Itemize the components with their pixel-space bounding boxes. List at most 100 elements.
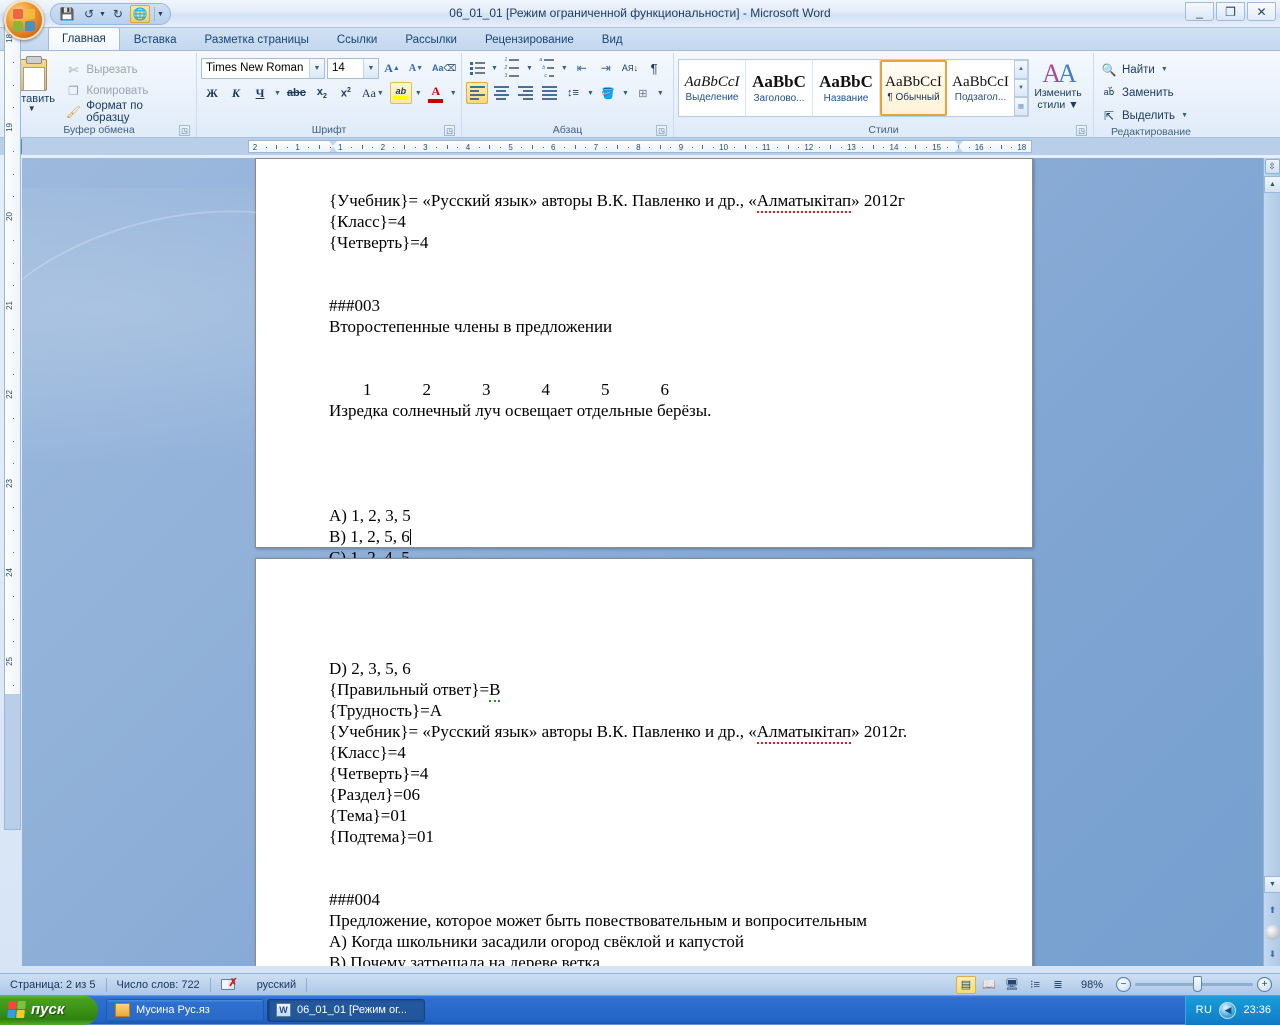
underline-button[interactable]: Ч [249, 82, 271, 104]
bullets-button[interactable] [466, 57, 488, 79]
full-screen-reading-view-button[interactable]: 📖 [979, 976, 999, 994]
zoom-out-button[interactable]: − [1116, 977, 1131, 992]
select-button[interactable]: ⇱ Выделить ▼ [1098, 105, 1192, 126]
multilevel-dropdown-icon[interactable]: ▼ [560, 65, 569, 72]
shading-dropdown-icon[interactable]: ▼ [621, 90, 630, 97]
scroll-up-button[interactable]: ▲ [1264, 176, 1280, 193]
numbering-button[interactable]: 1 2 3 [501, 57, 523, 79]
clipboard-dialog-launcher[interactable]: ◳ [179, 125, 190, 136]
page-1-text[interactable]: {Учебник}= «Русский язык» авторы В.К. Па… [256, 159, 1032, 589]
change-case-button[interactable]: Aa▼ [359, 82, 388, 104]
change-styles-button[interactable]: AA Изменить стили ▼ [1029, 59, 1087, 111]
clear-formatting-button[interactable]: Aa⌫ [429, 57, 459, 79]
outline-view-button[interactable]: ⁝≡ [1025, 976, 1045, 994]
show-formatting-marks-button[interactable]: ¶ [643, 57, 665, 79]
office-button[interactable] [4, 0, 44, 40]
show-hidden-icons-icon[interactable]: ◀ [1219, 1002, 1236, 1019]
document-canvas[interactable]: {Учебник}= «Русский язык» авторы В.К. Па… [22, 158, 1280, 966]
underline-dropdown-icon[interactable]: ▼ [273, 90, 282, 97]
horizontal-ruler[interactable]: 211234567891011121314151618 [248, 140, 1032, 153]
restore-button[interactable]: ❐ [1216, 2, 1245, 21]
style-nazvanie[interactable]: AaBbC Название [813, 60, 880, 116]
grow-font-button[interactable]: A▲ [381, 57, 403, 79]
zoom-in-button[interactable]: + [1257, 977, 1272, 992]
zoom-thumb[interactable] [1193, 976, 1202, 992]
replace-button[interactable]: ab⃗ Заменить [1098, 82, 1192, 103]
sort-button[interactable]: АЯ↓ [619, 57, 641, 79]
subscript-button[interactable]: x2 [311, 82, 333, 104]
taskbar-item-word[interactable]: W 06_01_01 [Режим ог... [267, 999, 425, 1022]
zoom-level[interactable]: 98% [1071, 979, 1113, 991]
document-page-1[interactable]: {Учебник}= «Русский язык» авторы В.К. Па… [255, 158, 1033, 548]
shading-button[interactable]: 🪣 [597, 82, 619, 104]
tab-rassylki[interactable]: Рассылки [391, 28, 471, 50]
borders-button[interactable]: ⊞ [632, 82, 654, 104]
font-size-combo[interactable]: 14 ▼ [327, 58, 379, 79]
paste-dropdown-icon[interactable]: ▼ [28, 105, 36, 113]
styles-scroll-up-button[interactable]: ▲ [1014, 60, 1028, 79]
style-zagolovok[interactable]: AaBbC Заголово... [746, 60, 813, 116]
page-2-text[interactable]: D) 2, 3, 5, 6 {Правильный ответ}=B {Труд… [256, 559, 1032, 966]
shrink-font-button[interactable]: A▼ [405, 57, 427, 79]
bold-button[interactable]: Ж [201, 82, 223, 104]
copy-button[interactable]: ❐ Копировать [61, 81, 192, 101]
font-color-button[interactable]: A [425, 82, 447, 104]
font-name-dropdown-icon[interactable]: ▼ [309, 59, 324, 78]
line-spacing-dropdown-icon[interactable]: ▼ [586, 90, 595, 97]
scroll-down-button[interactable]: ▼ [1264, 876, 1280, 893]
decrease-indent-button[interactable]: ⇤ [571, 57, 593, 79]
right-indent-marker[interactable] [955, 141, 964, 152]
increase-indent-button[interactable]: ⇥ [595, 57, 617, 79]
styles-scroll-down-button[interactable]: ▼ [1014, 79, 1028, 98]
style-vydelenie[interactable]: AaBbCcI Выделение [679, 60, 746, 116]
format-painter-button[interactable]: 🖌 Формат по образцу [61, 102, 192, 122]
styles-dialog-launcher[interactable]: ◳ [1076, 125, 1087, 136]
vertical-ruler[interactable]: 18192021222324252627 [4, 17, 21, 830]
word-count[interactable]: Число слов: 722 [107, 974, 210, 995]
paragraph-dialog-launcher[interactable]: ◳ [656, 125, 667, 136]
line-spacing-button[interactable]: ↕≡ [562, 82, 584, 104]
select-dropdown-icon[interactable]: ▼ [1180, 112, 1189, 119]
next-page-button[interactable]: ⬇ [1265, 947, 1280, 962]
italic-button[interactable]: К [225, 82, 247, 104]
start-button[interactable]: пуск [0, 996, 98, 1025]
tab-vstavka[interactable]: Вставка [120, 28, 191, 50]
bullets-dropdown-icon[interactable]: ▼ [490, 65, 499, 72]
multilevel-list-button[interactable]: a b c [536, 57, 558, 79]
proofing-status[interactable]: ✗ [211, 974, 247, 995]
numbering-dropdown-icon[interactable]: ▼ [525, 65, 534, 72]
tab-glavnaya[interactable]: Главная [48, 27, 120, 50]
align-right-button[interactable] [514, 82, 536, 104]
highlight-dropdown-icon[interactable]: ▼ [414, 90, 423, 97]
superscript-button[interactable]: x2 [335, 82, 357, 104]
document-page-2[interactable]: D) 2, 3, 5, 6 {Правильный ответ}=B {Труд… [255, 558, 1033, 966]
print-layout-view-button[interactable]: ▤ [956, 976, 976, 994]
strikethrough-button[interactable]: abc [284, 82, 309, 104]
font-name-combo[interactable]: Times New Roman ▼ [201, 58, 325, 79]
language-indicator[interactable]: русский [247, 974, 306, 995]
minimize-button[interactable]: _ [1185, 2, 1214, 21]
style-podzagolovok[interactable]: AaBbCcI Подзагол... [947, 60, 1014, 116]
find-button[interactable]: 🔍 Найти ▼ [1098, 59, 1192, 80]
borders-dropdown-icon[interactable]: ▼ [656, 90, 665, 97]
taskbar-item-folder[interactable]: Мусина Рус.яз [106, 999, 264, 1022]
styles-more-button[interactable]: ▤ [1014, 97, 1028, 116]
align-left-button[interactable] [466, 82, 488, 104]
left-indent-marker[interactable] [329, 141, 338, 152]
font-size-dropdown-icon[interactable]: ▼ [363, 59, 378, 78]
tab-recenzirovanie[interactable]: Рецензирование [471, 28, 588, 50]
justify-button[interactable] [538, 82, 560, 104]
language-indicator-tray[interactable]: RU [1196, 1004, 1213, 1016]
tray-clock[interactable]: 23:36 [1243, 1004, 1271, 1016]
align-center-button[interactable] [490, 82, 512, 104]
zoom-slider[interactable]: − + [1116, 977, 1272, 992]
zoom-track[interactable] [1135, 983, 1253, 986]
previous-page-button[interactable]: ⬆ [1265, 903, 1280, 918]
vertical-scrollbar[interactable]: ⇳ ▲ ▼ ⬆ ⬇ [1263, 158, 1280, 966]
page-indicator[interactable]: Страница: 2 из 5 [0, 974, 106, 995]
highlight-button[interactable]: ab [390, 82, 412, 104]
tab-razmetka[interactable]: Разметка страницы [191, 28, 323, 50]
font-dialog-launcher[interactable]: ◳ [444, 125, 455, 136]
select-browse-object-button[interactable] [1265, 925, 1280, 940]
split-window-handle[interactable]: ⇳ [1265, 159, 1280, 174]
